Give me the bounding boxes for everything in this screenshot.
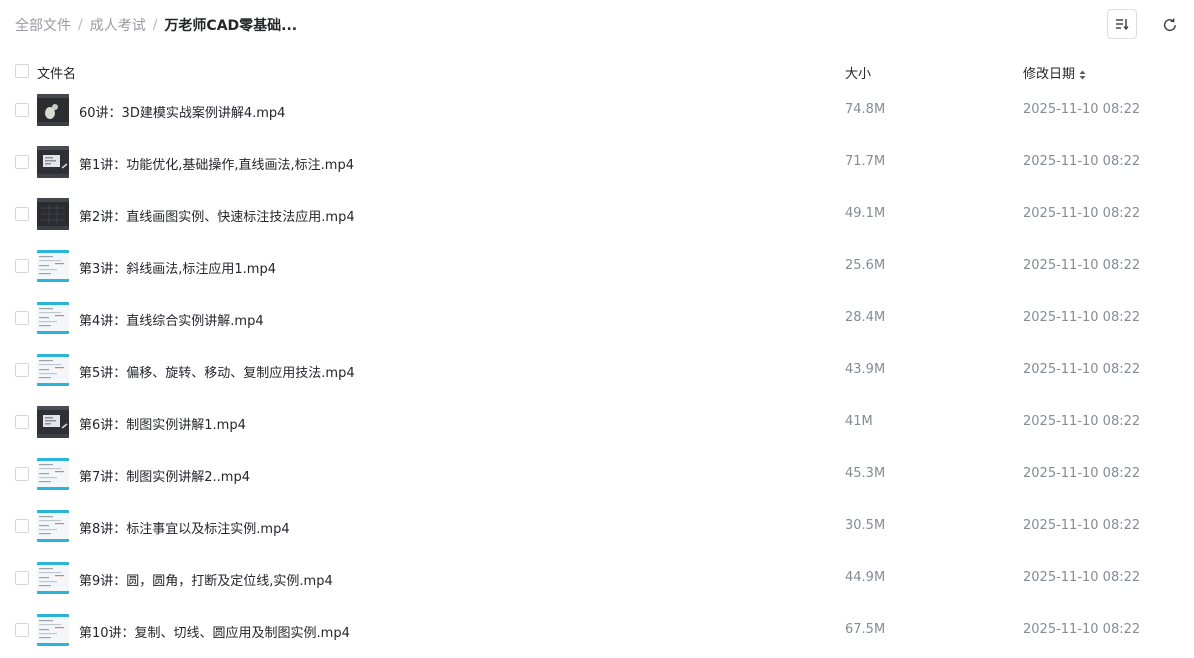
file-row[interactable]: 60讲：3D建模实战案例讲解4.mp4 74.8M 2025-11-10 08:22 bbox=[0, 84, 1194, 136]
video-thumbnail[interactable] bbox=[37, 354, 69, 386]
column-header-name: 文件名 bbox=[37, 67, 77, 82]
file-name[interactable]: 60讲：3D建模实战案例讲解4.mp4 bbox=[79, 102, 285, 121]
file-modified-date: 2025-11-10 08:22 bbox=[1023, 570, 1141, 585]
row-checkbox[interactable] bbox=[15, 363, 29, 377]
file-name[interactable]: 第8讲：标注事宜以及标注实例.mp4 bbox=[79, 518, 290, 537]
breadcrumb-item-adult-exam[interactable]: 成人考试 bbox=[90, 15, 146, 35]
file-row[interactable]: 第9讲：圆，圆角，打断及定位线,实例.mp4 44.9M 2025-11-10 08… bbox=[0, 552, 1194, 604]
file-modified-date: 2025-11-10 08:22 bbox=[1023, 258, 1141, 273]
file-modified-date: 2025-11-10 08:22 bbox=[1023, 518, 1141, 533]
file-name[interactable]: 第9讲：圆，圆角，打断及定位线,实例.mp4 bbox=[79, 570, 333, 589]
file-name[interactable]: 第10讲：复制、切线、圆应用及制图实例.mp4 bbox=[79, 622, 350, 641]
row-checkbox[interactable] bbox=[15, 311, 29, 325]
file-modified-date: 2025-11-10 08:22 bbox=[1023, 362, 1141, 377]
file-size: 71.7M bbox=[845, 154, 886, 169]
video-thumbnail[interactable] bbox=[37, 562, 69, 594]
file-row[interactable]: 第7讲：制图实例讲解2..mp4 45.3M 2025-11-10 08:22 bbox=[0, 448, 1194, 500]
file-size: 49.1M bbox=[845, 206, 886, 221]
row-checkbox[interactable] bbox=[15, 415, 29, 429]
refresh-button[interactable] bbox=[1160, 15, 1180, 35]
file-list: 60讲：3D建模实战案例讲解4.mp4 74.8M 2025-11-10 08:22… bbox=[0, 84, 1194, 656]
video-thumbnail[interactable] bbox=[37, 146, 69, 178]
row-checkbox[interactable] bbox=[15, 103, 29, 117]
file-row[interactable]: 第10讲：复制、切线、圆应用及制图实例.mp4 67.5M 2025-11-10 0… bbox=[0, 604, 1194, 656]
row-checkbox[interactable] bbox=[15, 623, 29, 637]
file-modified-date: 2025-11-10 08:22 bbox=[1023, 414, 1141, 429]
file-name[interactable]: 第7讲：制图实例讲解2..mp4 bbox=[79, 466, 250, 485]
file-modified-date: 2025-11-10 08:22 bbox=[1023, 206, 1141, 221]
breadcrumb-separator: / bbox=[152, 17, 158, 33]
row-checkbox[interactable] bbox=[15, 467, 29, 481]
video-thumbnail[interactable] bbox=[37, 94, 69, 126]
file-size: 30.5M bbox=[845, 518, 886, 533]
file-size: 28.4M bbox=[845, 310, 886, 325]
file-name[interactable]: 第4讲：直线综合实例讲解.mp4 bbox=[79, 310, 264, 329]
file-modified-date: 2025-11-10 08:22 bbox=[1023, 310, 1141, 325]
file-name[interactable]: 第5讲：偏移、旋转、移动、复制应用技法.mp4 bbox=[79, 362, 355, 381]
row-checkbox[interactable] bbox=[15, 207, 29, 221]
file-size: 25.6M bbox=[845, 258, 886, 273]
breadcrumb-current-folder: 万老师CAD零基础... bbox=[164, 18, 298, 34]
file-modified-date: 2025-11-10 08:22 bbox=[1023, 622, 1141, 637]
file-size: 43.9M bbox=[845, 362, 886, 377]
file-row[interactable]: 第6讲：制图实例讲解1.mp4 41M 2025-11-10 08:22 bbox=[0, 396, 1194, 448]
breadcrumb-item-all-files[interactable]: 全部文件 bbox=[15, 15, 71, 35]
sort-button[interactable] bbox=[1107, 9, 1137, 39]
file-row[interactable]: 第4讲：直线综合实例讲解.mp4 28.4M 2025-11-10 08:22 bbox=[0, 292, 1194, 344]
file-modified-date: 2025-11-10 08:22 bbox=[1023, 466, 1141, 481]
video-thumbnail[interactable] bbox=[37, 250, 69, 282]
file-name[interactable]: 第3讲：斜线画法,标注应用1.mp4 bbox=[79, 258, 276, 277]
file-row[interactable]: 第3讲：斜线画法,标注应用1.mp4 25.6M 2025-11-10 08:22 bbox=[0, 240, 1194, 292]
breadcrumb: 全部文件 / 成人考试 / 万老师CAD零基础... bbox=[15, 15, 297, 35]
file-size: 45.3M bbox=[845, 466, 886, 481]
column-header-date[interactable]: 修改日期 bbox=[1023, 63, 1086, 82]
video-thumbnail[interactable] bbox=[37, 406, 69, 438]
video-thumbnail[interactable] bbox=[37, 198, 69, 230]
select-all-checkbox[interactable] bbox=[15, 64, 29, 78]
file-modified-date: 2025-11-10 08:22 bbox=[1023, 154, 1141, 169]
sort-arrows-icon[interactable] bbox=[1079, 70, 1086, 80]
top-bar: 全部文件 / 成人考试 / 万老师CAD零基础... bbox=[0, 0, 1194, 50]
file-size: 41M bbox=[845, 414, 873, 429]
file-size: 44.9M bbox=[845, 570, 886, 585]
video-thumbnail[interactable] bbox=[37, 510, 69, 542]
file-size: 74.8M bbox=[845, 102, 886, 117]
file-row[interactable]: 第5讲：偏移、旋转、移动、复制应用技法.mp4 43.9M 2025-11-10 0… bbox=[0, 344, 1194, 396]
video-thumbnail[interactable] bbox=[37, 302, 69, 334]
file-row[interactable]: 第2讲：直线画图实例、快速标注技法应用.mp4 49.1M 2025-11-10 0… bbox=[0, 188, 1194, 240]
video-thumbnail[interactable] bbox=[37, 458, 69, 490]
file-modified-date: 2025-11-10 08:22 bbox=[1023, 102, 1141, 117]
row-checkbox[interactable] bbox=[15, 259, 29, 273]
file-row[interactable]: 第1讲：功能优化,基础操作,直线画法,标注.mp4 71.7M 2025-11-10… bbox=[0, 136, 1194, 188]
column-header-date-label: 修改日期 bbox=[1023, 67, 1076, 82]
row-checkbox[interactable] bbox=[15, 571, 29, 585]
file-name[interactable]: 第2讲：直线画图实例、快速标注技法应用.mp4 bbox=[79, 206, 355, 225]
column-header-size: 大小 bbox=[845, 67, 872, 82]
row-checkbox[interactable] bbox=[15, 155, 29, 169]
file-name[interactable]: 第1讲：功能优化,基础操作,直线画法,标注.mp4 bbox=[79, 154, 354, 173]
refresh-icon bbox=[1163, 18, 1176, 32]
breadcrumb-separator: / bbox=[78, 17, 83, 33]
sort-list-icon bbox=[1116, 19, 1129, 30]
file-name[interactable]: 第6讲：制图实例讲解1.mp4 bbox=[79, 414, 246, 433]
row-checkbox[interactable] bbox=[15, 519, 29, 533]
file-row[interactable]: 第8讲：标注事宜以及标注实例.mp4 30.5M 2025-11-10 08:22 bbox=[0, 500, 1194, 552]
file-size: 67.5M bbox=[845, 622, 886, 637]
video-thumbnail[interactable] bbox=[37, 614, 69, 646]
